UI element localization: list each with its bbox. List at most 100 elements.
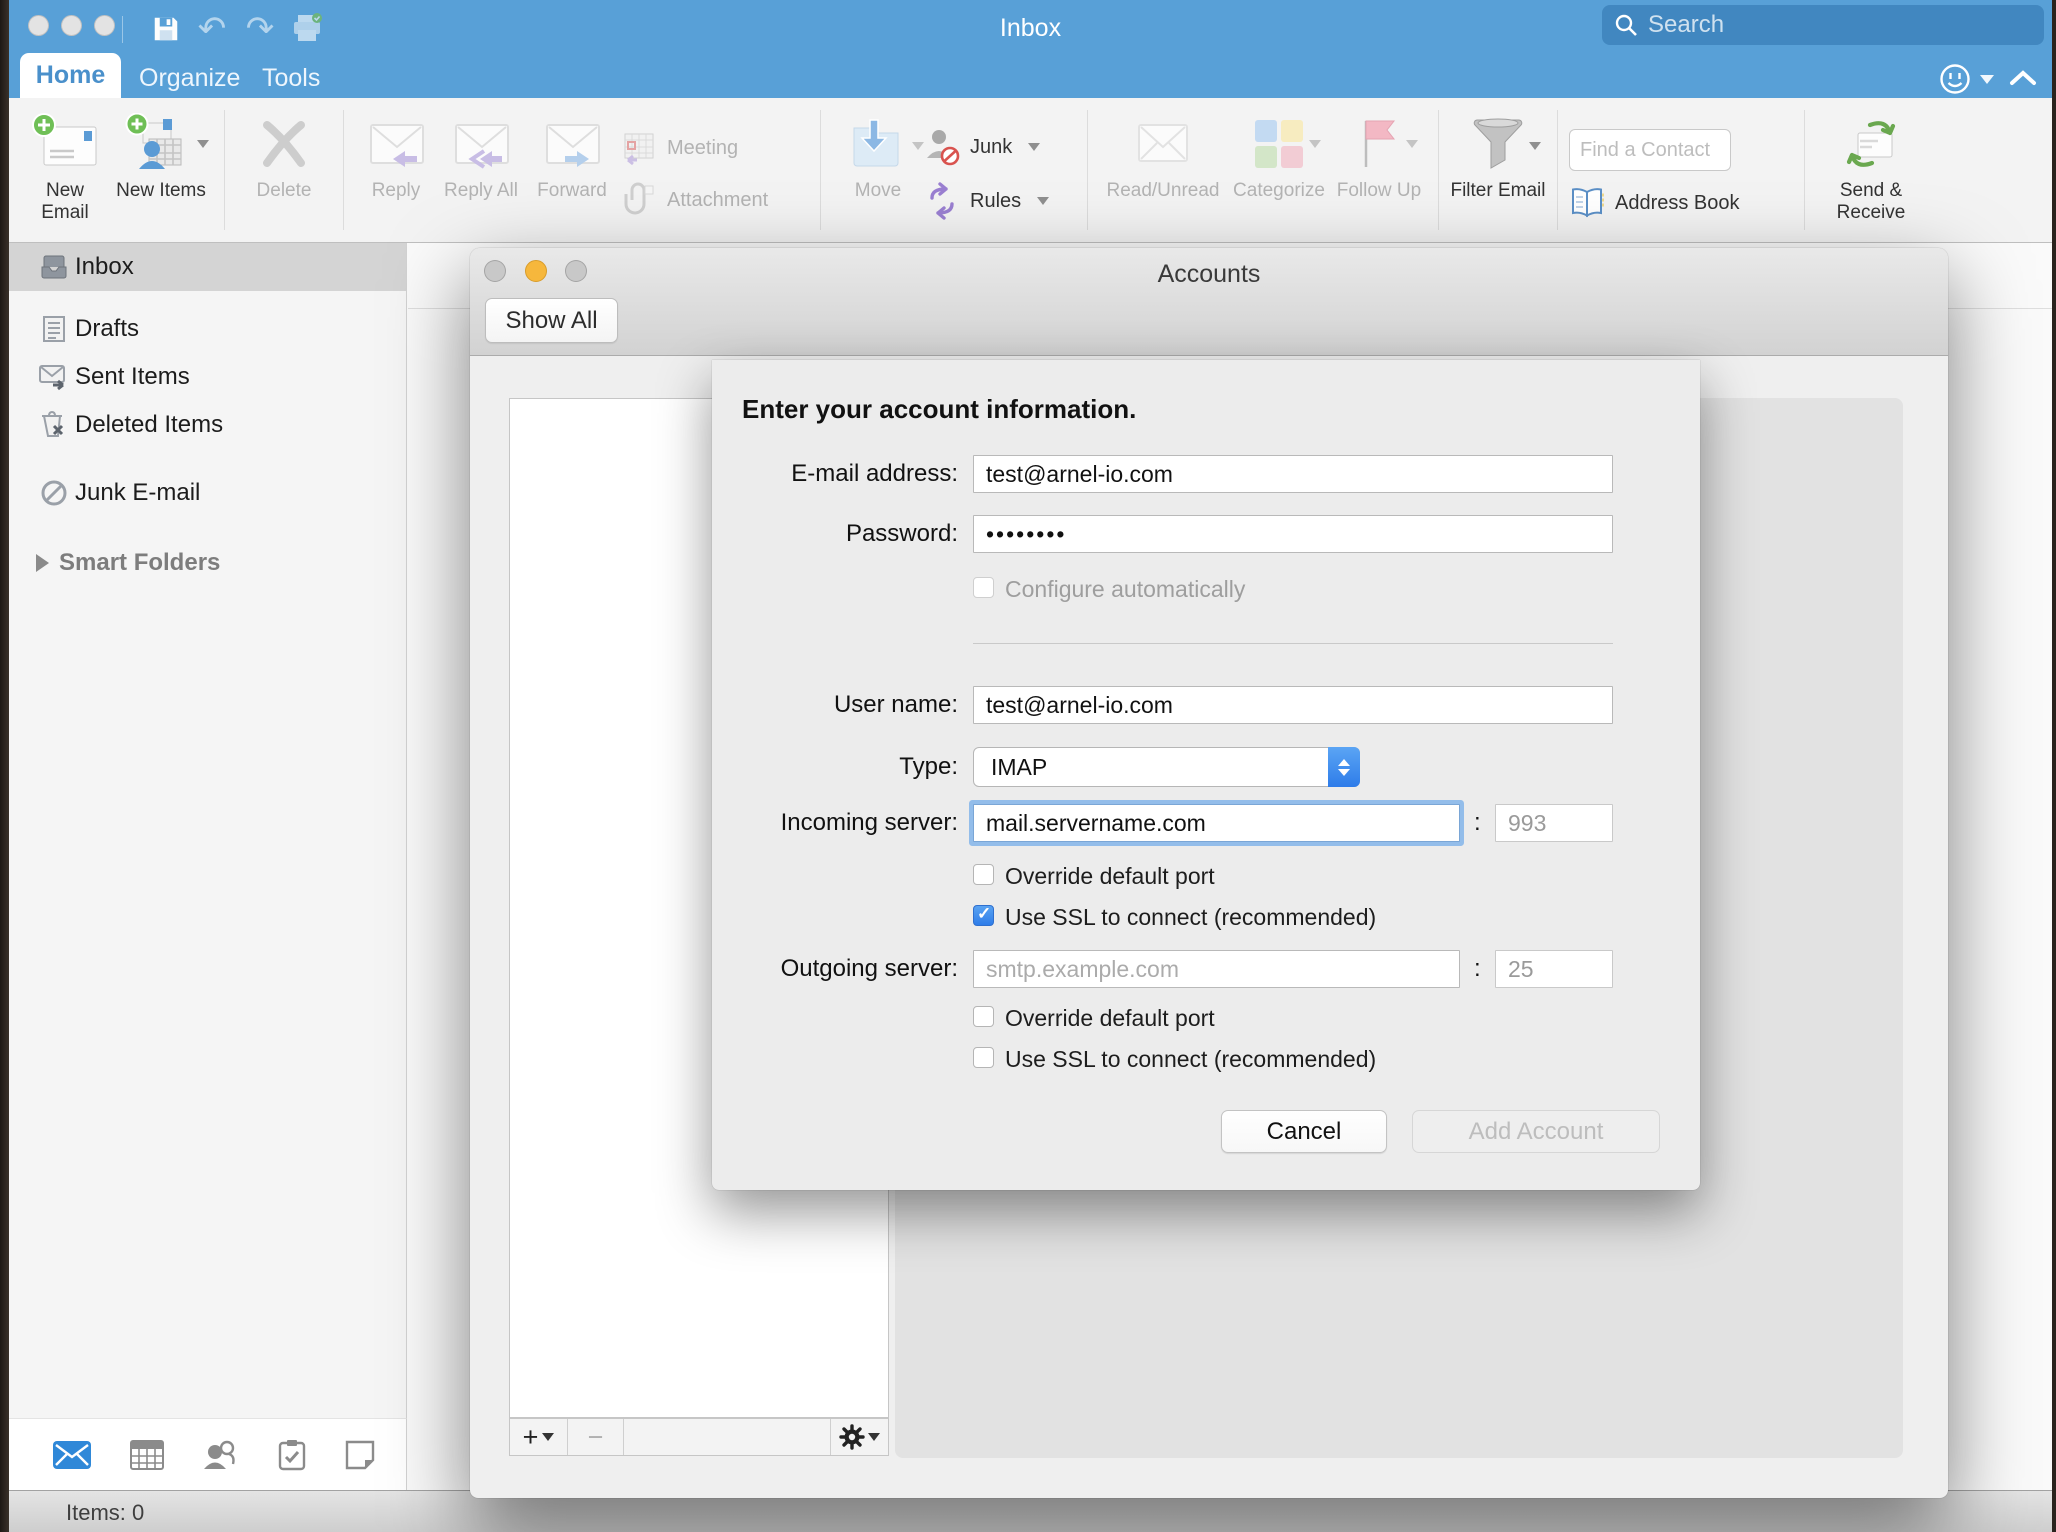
notes-module-icon[interactable]	[345, 1440, 375, 1470]
incoming-use-ssl-label: Use SSL to connect (recommended)	[1005, 904, 1376, 931]
show-all-button[interactable]: Show All	[485, 298, 618, 343]
feedback-smiley-icon[interactable]	[1938, 62, 1972, 96]
username-field[interactable]	[973, 686, 1613, 724]
tasks-module-icon[interactable]	[278, 1439, 306, 1471]
send-receive-label: Send & Receive	[1816, 180, 1926, 224]
accounts-titlebar: Accounts Show All	[470, 248, 1948, 356]
cancel-button[interactable]: Cancel	[1221, 1110, 1387, 1153]
rules-button[interactable]: Rules	[924, 182, 1076, 220]
read-unread-label: Read/Unread	[1106, 180, 1219, 202]
new-email-button[interactable]: New Email	[21, 104, 109, 242]
sidebar-item-smart-folders[interactable]: Smart Folders	[9, 539, 406, 587]
new-items-caret	[197, 140, 209, 148]
add-account-button: Add Account	[1412, 1110, 1660, 1153]
plus-caret-icon	[542, 1433, 554, 1441]
dropdown-stepper-icon	[1328, 747, 1360, 787]
attachment-icon	[619, 182, 657, 218]
collapse-ribbon-icon[interactable]	[2008, 67, 2038, 89]
search-input[interactable]	[1648, 11, 1988, 39]
meeting-icon	[619, 130, 657, 166]
desktop-edge-right	[2052, 0, 2056, 1532]
categorize-label: Categorize	[1233, 180, 1325, 202]
sidebar-item-label: Deleted Items	[75, 411, 223, 439]
categorize-caret	[1309, 140, 1321, 148]
tab-home[interactable]: Home	[20, 53, 121, 98]
sidebar-item-label: Junk E-mail	[75, 479, 200, 507]
main-titlebar: ↶ ↷ Inbox	[9, 0, 2052, 59]
incoming-port-field	[1495, 804, 1613, 842]
configure-automatically-checkbox	[973, 577, 994, 598]
delete-icon	[255, 108, 313, 180]
filter-email-button[interactable]: Filter Email	[1450, 104, 1546, 242]
new-items-button[interactable]: New Items	[109, 104, 213, 242]
junk-button[interactable]: Junk	[924, 128, 1076, 166]
follow-up-button: Follow Up	[1331, 104, 1427, 242]
accounts-window-title: Accounts	[470, 260, 1948, 289]
sidebar-item-drafts[interactable]: Drafts	[9, 305, 406, 353]
people-module-icon[interactable]	[203, 1440, 239, 1470]
password-label: Password:	[712, 520, 958, 548]
smiley-dropdown-caret[interactable]	[1980, 75, 1994, 84]
new-items-icon	[125, 108, 197, 180]
send-receive-icon	[1840, 108, 1902, 180]
send-receive-button[interactable]: Send & Receive	[1816, 104, 1926, 242]
find-contact-input[interactable]	[1569, 129, 1731, 171]
gear-menu-button[interactable]	[830, 1419, 888, 1455]
sidebar-item-junk[interactable]: Junk E-mail	[9, 469, 406, 517]
junk-label: Junk	[970, 136, 1012, 159]
ribbon: New Email New Items	[9, 98, 2052, 243]
sidebar-item-deleted-items[interactable]: Deleted Items	[9, 401, 406, 449]
search-box[interactable]	[1602, 5, 2044, 45]
tab-organize[interactable]: Organize	[139, 64, 240, 93]
junk-icon	[924, 128, 960, 166]
categorize-icon	[1251, 108, 1307, 180]
type-value: IMAP	[991, 754, 1047, 781]
incoming-server-label: Incoming server:	[712, 809, 958, 837]
delete-label: Delete	[257, 180, 312, 202]
move-button: Move	[832, 104, 924, 242]
read-unread-button: Read/Unread	[1099, 104, 1227, 242]
meeting-button: Meeting	[619, 130, 809, 166]
gear-icon	[839, 1424, 865, 1450]
calendar-module-icon[interactable]	[130, 1440, 164, 1470]
reply-all-icon	[450, 108, 512, 180]
disclosure-triangle-icon[interactable]	[27, 548, 57, 578]
mail-module-icon[interactable]	[53, 1441, 91, 1469]
incoming-override-port-label: Override default port	[1005, 863, 1215, 890]
reply-all-button: Reply All	[437, 104, 525, 242]
ribbon-divider	[343, 110, 344, 230]
forward-icon	[541, 108, 603, 180]
outgoing-server-field[interactable]	[973, 950, 1460, 988]
incoming-colon: :	[1474, 809, 1481, 837]
follow-up-label: Follow Up	[1337, 180, 1421, 202]
type-dropdown[interactable]: IMAP	[973, 747, 1360, 787]
address-book-icon	[1569, 187, 1605, 219]
password-field[interactable]	[973, 515, 1613, 553]
incoming-override-port-checkbox[interactable]	[973, 864, 994, 885]
follow-up-caret	[1406, 140, 1418, 148]
sidebar-item-inbox[interactable]: Inbox	[9, 243, 406, 291]
reply-all-label: Reply All	[444, 180, 518, 202]
type-label: Type:	[712, 753, 958, 781]
email-field[interactable]	[973, 455, 1613, 493]
ribbon-divider	[224, 110, 225, 230]
sidebar-item-sent-items[interactable]: Sent Items	[9, 353, 406, 401]
desktop-edge-left	[0, 0, 9, 1532]
sidebar-item-label: Inbox	[75, 253, 134, 281]
move-folder-icon	[846, 108, 910, 180]
new-email-label: New Email	[21, 180, 109, 224]
address-book-label: Address Book	[1615, 192, 1740, 215]
remove-account-button: −	[568, 1419, 624, 1455]
outgoing-use-ssl-checkbox[interactable]	[973, 1047, 994, 1068]
incoming-use-ssl-checkbox[interactable]	[973, 905, 994, 926]
filter-funnel-icon	[1469, 108, 1527, 180]
add-account-plus-button[interactable]: +	[510, 1419, 568, 1455]
outgoing-use-ssl-label: Use SSL to connect (recommended)	[1005, 1046, 1376, 1073]
address-book-button[interactable]: Address Book	[1569, 187, 1793, 219]
tab-tools[interactable]: Tools	[262, 64, 320, 93]
junk-caret	[1028, 143, 1040, 151]
attachment-label: Attachment	[667, 189, 768, 212]
outgoing-override-port-checkbox[interactable]	[973, 1006, 994, 1027]
forward-button: Forward	[525, 104, 619, 242]
incoming-server-field[interactable]	[973, 804, 1460, 842]
